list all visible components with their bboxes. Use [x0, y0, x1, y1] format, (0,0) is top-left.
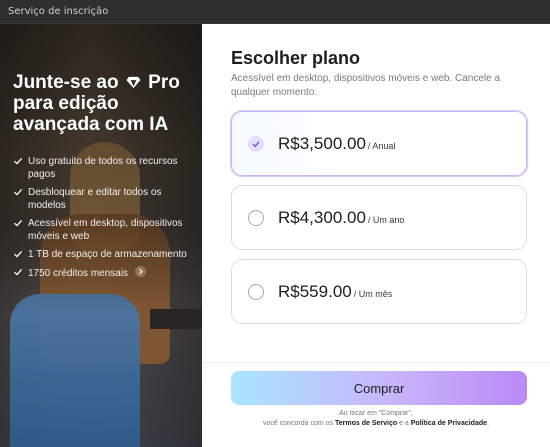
- legal-notice-line1: Ao tocar em "Comprar",: [339, 410, 413, 417]
- divider: [202, 362, 550, 363]
- diamond-icon: [126, 76, 141, 89]
- check-icon: [14, 219, 23, 227]
- legal-prefix: você concorda com os: [263, 420, 334, 427]
- plan-price: R$4,300.00/ Um ano: [278, 208, 404, 228]
- radio-unselected[interactable]: [248, 284, 264, 300]
- plan-panel: Escolher plano Acessível em desktop, dis…: [202, 24, 550, 447]
- feature-item: 1 TB de espaço de armazenamento: [13, 248, 198, 261]
- feature-text: Acessível em desktop, dispositivos móvei…: [28, 218, 183, 242]
- check-icon: [14, 188, 23, 196]
- plan-option-one-year[interactable]: R$4,300.00/ Um ano: [231, 185, 527, 250]
- price-period: / Um ano: [367, 215, 405, 225]
- feature-text: 1 TB de espaço de armazenamento: [28, 249, 187, 260]
- promo-headline: Junte-se ao Pro para edição avançada com…: [13, 72, 198, 135]
- feature-item: Uso gratuito de todos os recursos pagos: [13, 155, 198, 181]
- price-value: R$3,500.00: [278, 134, 366, 153]
- radio-selected[interactable]: [248, 136, 264, 152]
- legal-notice-line2: você concorda com os Termos de Serviço e…: [202, 420, 550, 427]
- price-value: R$4,300.00: [278, 208, 366, 227]
- feature-text: Uso gratuito de todos os recursos pagos: [28, 156, 178, 180]
- radio-unselected[interactable]: [248, 210, 264, 226]
- headline-pro: Pro: [148, 72, 180, 93]
- window-title: Serviço de inscrição: [8, 6, 109, 17]
- check-icon: [252, 141, 260, 148]
- headline-part2: para edição avançada com IA: [13, 93, 169, 135]
- check-icon: [14, 250, 23, 258]
- plan-option-monthly[interactable]: R$559.00/ Um mês: [231, 259, 527, 324]
- promo-photo-jeans: [10, 294, 140, 447]
- feature-text: 1750 créditos mensais: [28, 268, 129, 279]
- promo-panel: Junte-se ao Pro para edição avançada com…: [0, 24, 202, 447]
- check-icon: [14, 268, 23, 276]
- price-period: / Um mês: [353, 289, 393, 299]
- feature-item: 1750 créditos mensais: [13, 266, 198, 280]
- feature-list: Uso gratuito de todos os recursos pagos …: [13, 155, 198, 285]
- plan-price: R$559.00/ Um mês: [278, 282, 392, 302]
- feature-item: Desbloquear e editar todos os modelos: [13, 186, 198, 212]
- chevron-right-icon: [138, 268, 143, 275]
- legal-suffix: .: [487, 420, 489, 427]
- plan-subtitle: Acessível em desktop, dispositivos móvei…: [231, 73, 501, 98]
- terms-link[interactable]: Termos de Serviço: [335, 420, 397, 427]
- plan-price: R$3,500.00/ Anual: [278, 134, 395, 154]
- plan-option-annual[interactable]: R$3,500.00/ Anual: [231, 111, 527, 176]
- headline-part1: Junte-se ao: [13, 72, 119, 93]
- price-period: / Anual: [367, 141, 396, 151]
- price-value: R$559.00: [278, 282, 352, 301]
- credits-info-button[interactable]: [134, 266, 146, 277]
- buy-button[interactable]: Comprar: [231, 371, 527, 405]
- plan-title: Escolher plano: [231, 48, 361, 68]
- privacy-link[interactable]: Política de Privacidade: [411, 420, 487, 427]
- check-icon: [14, 157, 23, 165]
- legal-and: e a: [399, 420, 409, 427]
- feature-text: Desbloquear e editar todos os modelos: [28, 187, 162, 211]
- feature-item: Acessível em desktop, dispositivos móvei…: [13, 217, 198, 243]
- window-titlebar: Serviço de inscrição: [0, 0, 550, 24]
